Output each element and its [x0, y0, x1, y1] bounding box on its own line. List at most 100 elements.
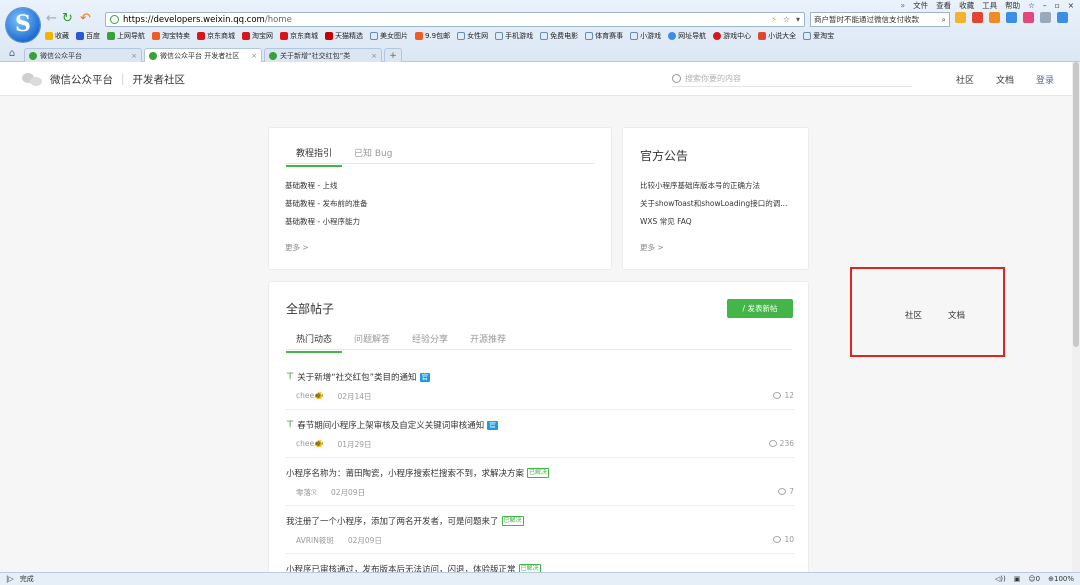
screenshot-icon[interactable]: ▣: [1014, 575, 1021, 583]
menu-file[interactable]: 文件: [913, 0, 928, 11]
restore-icon[interactable]: ▫: [1055, 1, 1060, 10]
notification-icon[interactable]: ☺0: [1028, 575, 1040, 583]
browser-logo[interactable]: S: [6, 8, 40, 42]
post-author[interactable]: 零落ℛ: [296, 487, 317, 498]
post-author[interactable]: AVRIN筱斑: [296, 535, 334, 546]
fav-item[interactable]: 网址导航: [668, 31, 706, 41]
undo-icon[interactable]: ↶: [80, 12, 91, 26]
post-item[interactable]: 小程序名称为：莆田陶瓷，小程序搜索栏搜索不到，求解决方案 已解决 零落ℛ 02月09…: [286, 458, 794, 506]
tab-qa[interactable]: 问题解答: [354, 332, 390, 345]
dropdown-icon[interactable]: ▾: [796, 15, 800, 24]
browser-tab[interactable]: 微信公众平台 ×: [24, 48, 142, 62]
post-item[interactable]: ⊤ 关于新增“社交红包”类目的通知官 chee🐠 02月14日 12: [286, 362, 794, 410]
page-scrollbar[interactable]: [1072, 62, 1080, 572]
overlay-community[interactable]: 社区: [905, 309, 922, 321]
download-icon[interactable]: [1057, 12, 1068, 23]
brand[interactable]: 微信公众平台 | 开发者社区: [22, 62, 185, 96]
back-icon[interactable]: ←: [46, 12, 57, 26]
fav-item[interactable]: 淘宝网: [242, 31, 273, 41]
nav-community[interactable]: 社区: [956, 73, 974, 86]
tab-opensource[interactable]: 开源推荐: [470, 332, 506, 345]
menubar-chevron-icon[interactable]: »: [901, 1, 906, 10]
key-icon[interactable]: [989, 12, 1000, 23]
tutorial-link[interactable]: 基础教程 - 发布前的准备: [285, 195, 585, 213]
announcement-more-link[interactable]: 更多 >: [640, 242, 664, 253]
extension-icon[interactable]: [955, 12, 966, 23]
announcement-link[interactable]: WXS 常见 FAQ: [640, 213, 800, 231]
scrollbar-thumb[interactable]: [1073, 62, 1079, 347]
download-manager-icon[interactable]: [1006, 12, 1017, 23]
fav-item[interactable]: 小说大全: [758, 31, 796, 41]
fav-item[interactable]: 手机游戏: [495, 31, 533, 41]
overlay-docs[interactable]: 文档: [948, 309, 965, 321]
post-title[interactable]: 小程序已审核通过，发布版本后无法访问，闪退，体验版正常: [286, 563, 516, 572]
sidebar-toggle-icon[interactable]: |▷: [6, 575, 14, 583]
tab-tutorial[interactable]: 教程指引: [285, 146, 343, 167]
nav-login[interactable]: 登录: [1036, 73, 1054, 86]
refresh-icon[interactable]: ↻: [62, 12, 73, 26]
speaker-icon[interactable]: ◁)): [995, 575, 1006, 583]
browser-tab[interactable]: 关于新增“社交红包”类 ×: [264, 48, 382, 62]
post-author[interactable]: chee🐠: [296, 391, 323, 402]
close-tab-icon[interactable]: ×: [371, 52, 377, 60]
site-search[interactable]: 搜索你要的内容: [672, 71, 912, 87]
fav-item[interactable]: 百度: [76, 31, 100, 41]
new-post-button[interactable]: / 发表新帖: [727, 299, 793, 318]
tutorial-link[interactable]: 基础教程 - 上线: [285, 177, 585, 195]
fav-item[interactable]: 淘宝特卖: [152, 31, 190, 41]
close-window-icon[interactable]: ×: [1068, 1, 1074, 10]
menu-help[interactable]: 帮助: [1005, 0, 1020, 11]
fav-item[interactable]: 美女图片: [370, 31, 408, 41]
new-tab-button[interactable]: +: [384, 48, 402, 62]
post-title[interactable]: 我注册了一个小程序，添加了两名开发者，可是问题来了: [286, 515, 499, 527]
browser-search-box[interactable]: 商户暂时不能通过微信支付收款 ⌕: [810, 12, 950, 27]
address-bar[interactable]: https://developers.weixin.qq.com/home ⚡ …: [105, 12, 805, 27]
fav-item[interactable]: 免费电影: [540, 31, 578, 41]
post-item[interactable]: 我注册了一个小程序，添加了两名开发者，可是问题来了 已解决 AVRIN筱斑 02月0…: [286, 506, 794, 554]
tutorial-link[interactable]: 基础教程 - 小程序能力: [285, 213, 585, 231]
fav-item[interactable]: 体育赛事: [585, 31, 623, 41]
fav-item[interactable]: 京东商城: [197, 31, 235, 41]
tab-experience[interactable]: 经验分享: [412, 332, 448, 345]
close-tab-icon[interactable]: ×: [251, 52, 257, 60]
tutorial-more-link[interactable]: 更多 >: [285, 242, 309, 253]
lightning-icon[interactable]: ⚡: [771, 15, 777, 24]
menu-view[interactable]: 查看: [936, 0, 951, 11]
browser-tab-active[interactable]: 微信公众平台 开发者社区 ×: [144, 48, 262, 62]
fav-item[interactable]: 爱淘宝: [803, 31, 834, 41]
address-url[interactable]: https://developers.weixin.qq.com/home: [123, 15, 292, 25]
fav-item[interactable]: 小游戏: [630, 31, 661, 41]
fav-item[interactable]: 京东商城: [280, 31, 318, 41]
fav-item[interactable]: 女性网: [457, 31, 488, 41]
fav-item[interactable]: 游戏中心: [713, 31, 751, 41]
tab-hot[interactable]: 热门动态: [285, 332, 343, 353]
skin-icon[interactable]: ☆: [1028, 1, 1035, 10]
globe-icon[interactable]: [1040, 12, 1051, 23]
fav-item[interactable]: 上网导航: [107, 31, 145, 41]
brand-divider: |: [121, 73, 125, 85]
minimize-icon[interactable]: –: [1043, 1, 1047, 10]
post-title[interactable]: 春节期间小程序上架审核及自定义关键词审核通知: [297, 419, 484, 431]
post-author[interactable]: chee🐠: [296, 439, 323, 450]
search-icon[interactable]: ⌕: [942, 15, 946, 25]
status-text: 完成: [19, 575, 34, 583]
close-tab-icon[interactable]: ×: [131, 52, 137, 60]
post-item[interactable]: ⊤ 春节期间小程序上架审核及自定义关键词审核通知官 chee🐠 01月29日 236: [286, 410, 794, 458]
cut-icon[interactable]: [972, 12, 983, 23]
announcement-link[interactable]: 比较小程序基础库版本号的正确方法: [640, 177, 800, 195]
announcement-link[interactable]: 关于showToast和showLoading接口的调...: [640, 195, 800, 213]
tab-known-bug[interactable]: 已知 Bug: [354, 146, 392, 159]
menu-favorites[interactable]: 收藏: [959, 0, 974, 11]
fav-item[interactable]: 天猫精选: [325, 31, 363, 41]
post-title[interactable]: 关于新增“社交红包”类目的通知: [297, 371, 416, 383]
nav-docs[interactable]: 文档: [996, 73, 1014, 86]
post-item[interactable]: 小程序已审核通过，发布版本后无法访问，闪退，体验版正常 已解决: [286, 554, 794, 572]
home-icon[interactable]: ⌂: [6, 48, 18, 60]
menu-tools[interactable]: 工具: [982, 0, 997, 11]
fav-item[interactable]: 9.9包邮: [415, 31, 450, 41]
mail-icon[interactable]: [1023, 12, 1034, 23]
zoom-control[interactable]: ⊕100%: [1048, 575, 1074, 583]
post-title[interactable]: 小程序名称为：莆田陶瓷，小程序搜索栏搜索不到，求解决方案: [286, 467, 524, 479]
fav-item[interactable]: 收藏: [45, 31, 69, 41]
star-icon[interactable]: ☆: [783, 15, 790, 24]
